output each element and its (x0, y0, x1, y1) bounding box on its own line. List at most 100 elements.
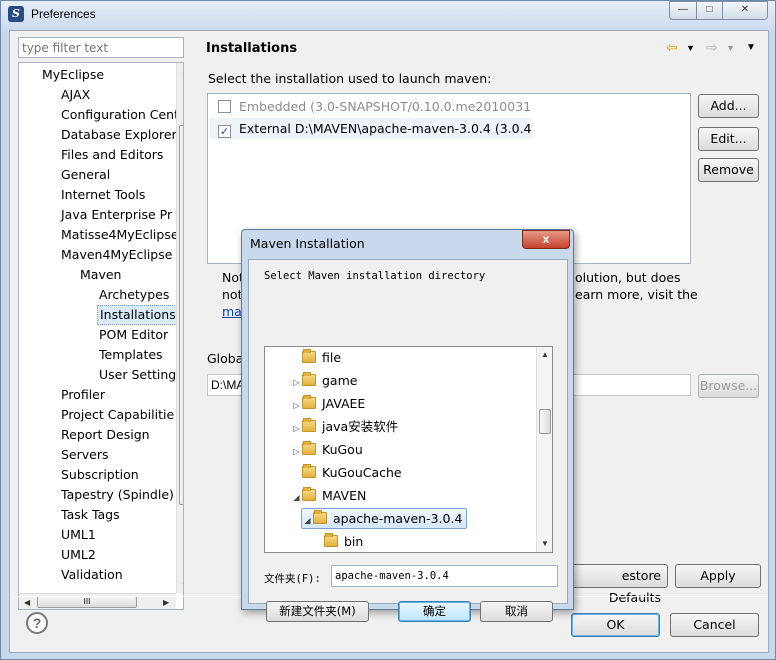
tree-item-java-enterprise[interactable]: Java Enterprise Pr (61, 205, 172, 225)
tree-item-validation[interactable]: Validation (61, 565, 123, 585)
installations-description: Select the installation used to launch m… (208, 71, 492, 86)
tree-item-archetypes[interactable]: Archetypes (99, 285, 169, 305)
tree-item-configuration-center[interactable]: Configuration Cent (61, 105, 179, 125)
title-bar[interactable]: S Preferences — □ ✕ (1, 1, 775, 29)
global-settings-label: Globa (207, 351, 244, 366)
window-title: Preferences (31, 7, 96, 21)
scroll-left-arrow-icon[interactable]: ◀ (24, 598, 30, 607)
installation-label: Embedded (3.0-SNAPSHOT/0.10.0.me20100310… (239, 99, 532, 114)
minimize-button[interactable]: — (669, 1, 697, 20)
expander-icon[interactable]: ▷ (291, 372, 302, 393)
add-installation-button[interactable]: Add... (698, 94, 759, 118)
tree-item-profiler[interactable]: Profiler (61, 385, 105, 405)
tree-item-ajax[interactable]: AJAX (61, 85, 90, 105)
forward-arrow-icon[interactable]: ⇨ (706, 39, 718, 56)
tree-item-uml1[interactable]: UML1 (61, 525, 96, 545)
scroll-up-arrow-icon[interactable]: ▲ (181, 67, 183, 76)
tree-item-database-explorer[interactable]: Database Explorer (61, 125, 177, 145)
scroll-right-arrow-icon[interactable]: ▶ (163, 598, 169, 607)
tree-item-task-tags[interactable]: Task Tags (61, 505, 120, 525)
view-menu-icon[interactable]: ▼ (746, 42, 756, 53)
scroll-down-arrow-icon[interactable]: ▼ (541, 539, 549, 548)
ok-button[interactable]: OK (571, 613, 660, 637)
installation-row-external[interactable]: ✓ External D:\MAVEN\apache-maven-3.0.4 (3… (210, 118, 532, 139)
folder-row-kugou[interactable]: ▷ KuGou (291, 439, 363, 460)
embedded-checkbox[interactable] (218, 100, 231, 113)
expander-icon[interactable]: ◢ (302, 511, 313, 530)
folder-name: apache-maven-3.0.4 (333, 511, 463, 526)
tree-item-internet-tools[interactable]: Internet Tools (61, 185, 145, 205)
directory-tree-scroll-thumb[interactable] (539, 409, 551, 434)
maven-installation-dialog: Maven Installation x Select Maven instal… (241, 229, 574, 622)
folder-row-bin[interactable]: bin (313, 531, 363, 552)
scroll-up-arrow-icon[interactable]: ▲ (541, 350, 549, 359)
folder-icon (302, 395, 316, 409)
folder-name: MAVEN (322, 488, 367, 503)
dialog-title: Maven Installation (250, 236, 365, 251)
tree-item-pom-editor[interactable]: POM Editor (99, 325, 168, 345)
tree-item-subscription[interactable]: Subscription (61, 465, 139, 485)
tree-vertical-scroll-thumb[interactable] (179, 125, 183, 505)
tree-item-general[interactable]: General (61, 165, 110, 185)
folder-path-input[interactable]: apache-maven-3.0.4 (331, 565, 558, 587)
dialog-message: Select Maven installation directory (264, 270, 486, 282)
tree-item-installations[interactable]: Installations (97, 305, 179, 325)
tree-horizontal-scroll-thumb[interactable]: III (37, 596, 137, 608)
tree-item-myeclipse[interactable]: MyEclipse (42, 65, 104, 85)
folder-row-game[interactable]: ▷ game (291, 370, 357, 391)
expander-icon[interactable]: ◢ (291, 487, 302, 508)
back-arrow-icon[interactable]: ⇦ (666, 39, 678, 56)
folder-row-kugoucache[interactable]: KuGouCache (291, 462, 402, 483)
installation-row-embedded[interactable]: Embedded (3.0-SNAPSHOT/0.10.0.me20100310… (210, 96, 532, 117)
folder-icon (302, 441, 316, 455)
forward-menu-chevron-icon[interactable]: ▼ (726, 43, 735, 53)
expander-icon[interactable]: ▷ (291, 395, 302, 416)
dialog-ok-button[interactable]: 确定 (398, 601, 471, 622)
tree-item-servers[interactable]: Servers (61, 445, 109, 465)
new-folder-button[interactable]: 新建文件夹(M) (266, 601, 369, 622)
apply-button[interactable]: Apply (675, 564, 761, 588)
tree-item-templates[interactable]: Templates (99, 345, 163, 365)
browse-button[interactable]: Browse... (698, 374, 759, 398)
tree-item-report-design[interactable]: Report Design (61, 425, 150, 445)
folder-icon (302, 464, 316, 478)
tree-item-matisse4myeclipse[interactable]: Matisse4MyEclipse (61, 225, 179, 245)
folder-row-java-software[interactable]: ▷ java安装软件 (291, 416, 398, 437)
scroll-down-arrow-icon[interactable]: ▼ (181, 581, 183, 590)
help-icon[interactable]: ? (26, 612, 48, 634)
expander-icon[interactable]: ▷ (291, 418, 302, 439)
tree-item-maven4myeclipse[interactable]: Maven4MyEclipse (61, 245, 172, 265)
tree-vertical-scrollbar[interactable]: ▲ ▼ (176, 63, 183, 593)
edit-installation-button[interactable]: Edit... (698, 127, 759, 151)
folder-icon (324, 533, 338, 547)
maven-website-link[interactable]: ma (222, 304, 242, 319)
folder-row-file[interactable]: file (291, 347, 341, 368)
tree-item-user-settings[interactable]: User Setting (99, 365, 176, 385)
directory-tree: file ▷ game ▷ JAVAEE ▷ java安装软件 ▷ KuGou KuGo… (264, 346, 553, 553)
note-text-right-1: olution, but does (575, 270, 681, 285)
folder-row-javaee[interactable]: ▷ JAVAEE (291, 393, 365, 414)
folder-row-maven[interactable]: ◢ MAVEN (291, 485, 366, 506)
maximize-button[interactable]: □ (696, 1, 723, 20)
external-checkbox[interactable]: ✓ (218, 125, 231, 138)
folder-row-apache-maven[interactable]: ◢ apache-maven-3.0.4 (301, 508, 468, 530)
cancel-button[interactable]: Cancel (670, 613, 759, 637)
folder-field-label: 文件夹(F): (264, 573, 321, 585)
dialog-close-button[interactable]: x (522, 230, 570, 249)
filter-input[interactable] (18, 37, 184, 58)
remove-installation-button[interactable]: Remove (698, 158, 759, 182)
close-button[interactable]: ✕ (722, 1, 768, 20)
back-menu-chevron-icon[interactable]: ▼ (686, 43, 695, 53)
tree-item-files-and-editors[interactable]: Files and Editors (61, 145, 163, 165)
directory-tree-scrollbar[interactable]: ▲ ▼ (536, 347, 552, 552)
tree-item-project-capabilities[interactable]: Project Capabilitie (61, 405, 174, 425)
expander-icon[interactable]: ▷ (291, 441, 302, 462)
tree-item-maven[interactable]: Maven (80, 265, 121, 285)
tree-item-tapestry[interactable]: Tapestry (Spindle) (61, 485, 174, 505)
folder-icon (313, 510, 327, 524)
tree-item-uml2[interactable]: UML2 (61, 545, 96, 565)
folder-name: KuGouCache (322, 465, 402, 480)
restore-defaults-button[interactable]: estore Defaults (570, 564, 668, 605)
folder-name: bin (344, 534, 364, 549)
dialog-cancel-button[interactable]: 取消 (480, 601, 553, 622)
